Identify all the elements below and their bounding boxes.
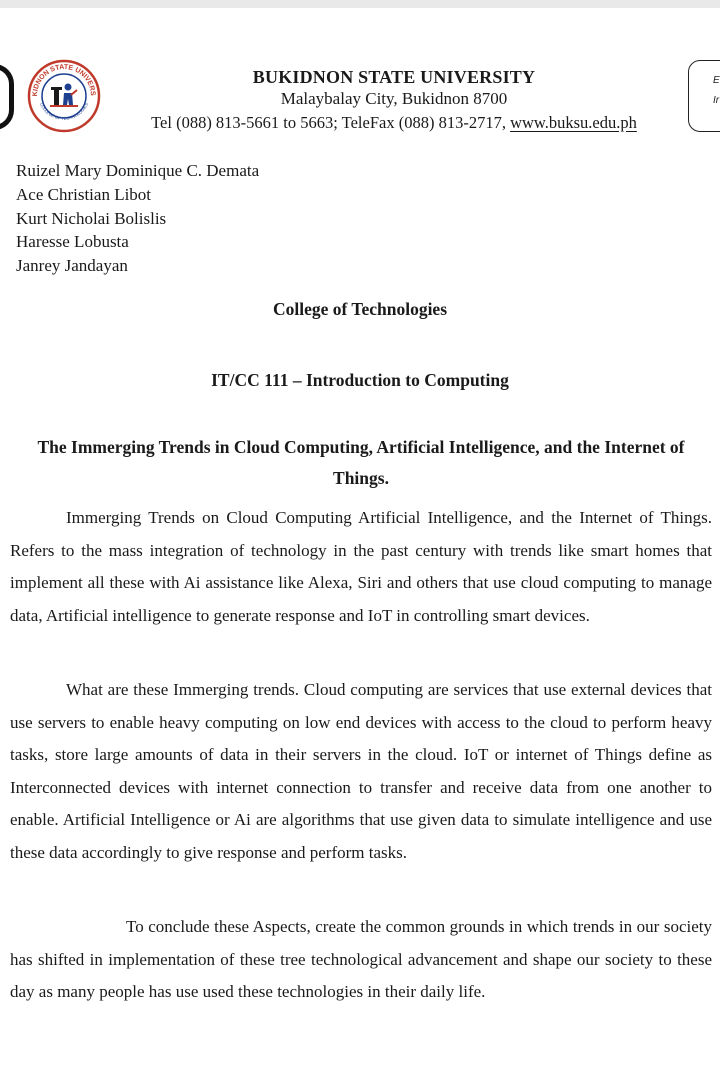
- author-name: Kurt Nicholai Bolislis: [16, 208, 167, 228]
- body-paragraph: What are these Immerging trends. Cloud c…: [10, 680, 712, 862]
- author-name: Janrey Jandayan: [16, 256, 128, 276]
- college-heading: College of Technologies: [272, 299, 448, 319]
- university-address: Malaybalay City, Bukidnon 8700: [280, 89, 508, 108]
- university-name: BUKIDNON STATE UNIVERSITY: [252, 67, 536, 87]
- website-link[interactable]: www.buksu.edu.ph: [510, 113, 637, 132]
- corner-box-line-2: Ir: [713, 95, 720, 106]
- corner-box-line-1: E: [713, 75, 720, 86]
- top-edge-strip: [0, 0, 720, 8]
- author-name: Haresse Lobusta: [16, 232, 129, 252]
- university-contact: Tel (088) 813-5661 to 5663; TeleFax (088…: [110, 112, 678, 134]
- body-paragraph: To conclude these Aspects, create the co…: [10, 917, 712, 1001]
- author-list: Ruizel Mary Dominique C. Demata Ace Chri…: [16, 159, 259, 278]
- course-heading: IT/CC 111 – Introduction to Computing: [211, 370, 509, 390]
- body-paragraph: Immerging Trends on Cloud Computing Arti…: [10, 508, 712, 625]
- contact-phones: Tel (088) 813-5661 to 5663; TeleFax (088…: [151, 113, 511, 132]
- author-name: Ruizel Mary Dominique C. Demata: [16, 161, 260, 180]
- partial-logo-left: [0, 64, 14, 130]
- university-seal-icon: BUKIDNON STATE UNIVERSITY COLLEGE OF TEC…: [27, 59, 101, 133]
- corner-document-box: E Ir: [688, 60, 720, 132]
- document-title: The Immerging Trends in Cloud Computing,…: [37, 437, 685, 488]
- author-name: Ace Christian Libot: [16, 184, 152, 204]
- letterhead: BUKIDNON STATE UNIVERSITY Malaybalay Cit…: [110, 66, 678, 134]
